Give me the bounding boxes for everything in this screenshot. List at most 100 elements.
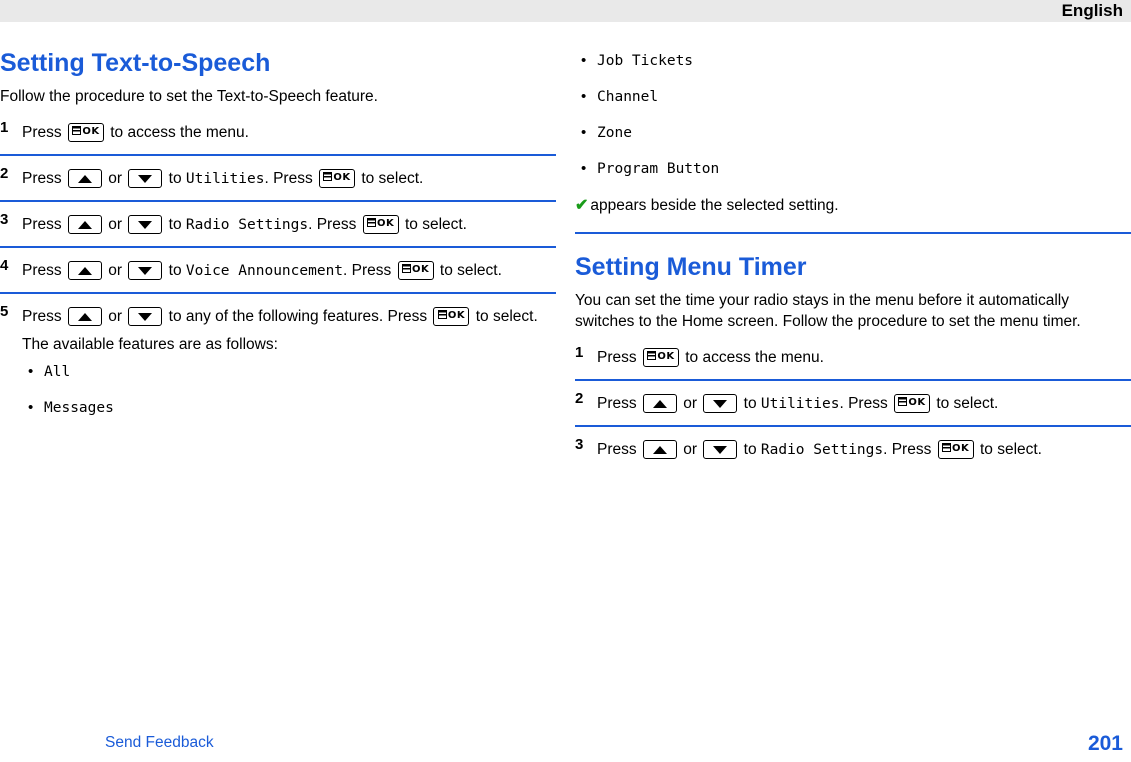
menu-ok-key-icon: OK bbox=[894, 394, 931, 414]
menu-glyph-icon bbox=[323, 172, 333, 182]
setting-name: Zone bbox=[597, 125, 632, 141]
step-text: to access the menu. bbox=[680, 349, 824, 366]
up-arrow-key-icon bbox=[67, 215, 102, 235]
step-text: to select. bbox=[975, 441, 1042, 458]
feature-bullet-item: All bbox=[22, 361, 556, 383]
procedure-step: 5 Press or to any of the following featur… bbox=[0, 303, 556, 440]
triangle-down-icon bbox=[138, 312, 153, 321]
step-text: Press bbox=[22, 124, 66, 141]
up-arrow-key-icon bbox=[67, 307, 102, 327]
setting-bullet-item: Zone bbox=[575, 122, 1131, 144]
left-steps-list: 1 Press OK to access the menu. 2 Press or t… bbox=[0, 119, 556, 440]
procedure-step: 1 Press OK to access the menu. bbox=[0, 119, 556, 156]
down-arrow-key-icon bbox=[128, 169, 163, 189]
menu-item-name: Radio Settings bbox=[185, 217, 309, 233]
step-number: 1 bbox=[0, 119, 9, 136]
triangle-up-icon bbox=[77, 312, 92, 321]
up-arrow-key-icon bbox=[642, 440, 677, 460]
page-title-menu-timer: Setting Menu Timer bbox=[575, 253, 807, 281]
menu-item-name: Voice Announcement bbox=[185, 263, 344, 279]
down-arrow-key-icon bbox=[703, 440, 738, 460]
header-language-label: English bbox=[1061, 1, 1123, 20]
step-text: . Press bbox=[839, 395, 893, 412]
down-arrow-key-icon bbox=[703, 394, 738, 414]
right-column: Job Tickets Channel Zone Program Button ✔ap… bbox=[575, 48, 1131, 480]
step-text: Press bbox=[22, 308, 66, 325]
selected-setting-note: ✔ appears beside the selected setting. bbox=[575, 194, 1131, 218]
menu-glyph-icon bbox=[437, 310, 447, 320]
setting-bullet-item: Program Button bbox=[575, 158, 1131, 180]
step-text: to bbox=[164, 170, 186, 187]
setting-bullet-item: Channel bbox=[575, 86, 1131, 108]
right-steps-list: 1 Press OK to access the menu. 2 Press or t… bbox=[575, 344, 1131, 471]
triangle-up-icon bbox=[77, 266, 92, 275]
up-arrow-key-icon bbox=[67, 261, 102, 281]
setting-name: Channel bbox=[597, 89, 659, 105]
menu-ok-key-icon: OK bbox=[433, 307, 470, 327]
triangle-up-icon bbox=[652, 445, 667, 454]
menu-glyph-icon bbox=[647, 351, 657, 361]
step-text: to select. bbox=[357, 170, 424, 187]
setting-name: Job Tickets bbox=[597, 53, 694, 69]
step-text: to bbox=[739, 441, 761, 458]
right-top-bullet-list: Job Tickets Channel Zone Program Button bbox=[575, 50, 1131, 180]
menu-ok-key-icon: OK bbox=[397, 261, 434, 281]
step-body: Press or to Utilities. Press OK to selec… bbox=[22, 165, 556, 193]
feature-bullet-item: Messages bbox=[22, 397, 556, 419]
menu-item-name: Utilities bbox=[760, 396, 840, 412]
step-text: to bbox=[164, 262, 186, 279]
step-text: Press bbox=[597, 441, 641, 458]
selected-setting-note-text: appears beside the selected setting. bbox=[590, 197, 839, 214]
step-body: Press or to Voice Announcement. Press OK… bbox=[22, 257, 556, 285]
menu-glyph-icon bbox=[898, 397, 908, 407]
step-text: Press bbox=[22, 170, 66, 187]
page-title-text-to-speech: Setting Text-to-Speech bbox=[0, 49, 271, 77]
menu-glyph-icon bbox=[72, 126, 82, 136]
step-body: Press or to Utilities. Press OK to selec… bbox=[597, 390, 1131, 418]
step-text: Press bbox=[597, 395, 641, 412]
triangle-up-icon bbox=[652, 399, 667, 408]
step-number: 3 bbox=[0, 211, 9, 228]
send-feedback-link[interactable]: Send Feedback bbox=[105, 734, 214, 752]
step-number: 4 bbox=[0, 257, 9, 274]
menu-item-name: Utilities bbox=[185, 171, 265, 187]
step-text: Press bbox=[597, 349, 641, 366]
menu-ok-key-icon: OK bbox=[362, 215, 399, 235]
page-header-bar: English bbox=[0, 0, 1131, 22]
step-text: to access the menu. bbox=[105, 124, 249, 141]
feature-bullet-list: All Messages bbox=[22, 361, 556, 419]
step-body: Press OK to access the menu. bbox=[22, 119, 556, 147]
step-text: to select. bbox=[400, 216, 467, 233]
procedure-step: 4 Press or to Voice Announcement. Press O… bbox=[0, 257, 556, 294]
step-text: to bbox=[739, 395, 761, 412]
procedure-step: 3 Press or to Radio Settings. Press OK to… bbox=[575, 436, 1131, 471]
step-text: or bbox=[103, 170, 127, 187]
step-body: Press or to Radio Settings. Press OK to … bbox=[22, 211, 556, 239]
triangle-up-icon bbox=[77, 174, 92, 183]
menu-glyph-icon bbox=[367, 218, 377, 228]
setting-name: Program Button bbox=[597, 161, 720, 177]
step-text: Press bbox=[22, 262, 66, 279]
step-text: . Press bbox=[308, 216, 361, 233]
step-text: . Press bbox=[343, 262, 396, 279]
feature-name: Messages bbox=[44, 400, 114, 416]
up-arrow-key-icon bbox=[642, 394, 677, 414]
step-text: or bbox=[678, 441, 702, 458]
procedure-step: 2 Press or to Utilities. Press OK to sele… bbox=[0, 165, 556, 202]
step-text: to select. bbox=[932, 395, 999, 412]
step-text: or bbox=[678, 395, 702, 412]
step-text: to select. bbox=[471, 308, 538, 325]
right-intro-paragraph: You can set the time your radio stays in… bbox=[575, 292, 1081, 330]
menu-ok-key-icon: OK bbox=[319, 169, 356, 189]
checkmark-icon: ✔ bbox=[575, 197, 589, 214]
step-text: to select. bbox=[435, 262, 502, 279]
step-text: . Press bbox=[883, 441, 936, 458]
triangle-down-icon bbox=[138, 220, 153, 229]
step-body: Press or to Radio Settings. Press OK to … bbox=[597, 436, 1131, 464]
up-arrow-key-icon bbox=[67, 169, 102, 189]
step-body: Press OK to access the menu. bbox=[597, 344, 1131, 372]
procedure-step: 3 Press or to Radio Settings. Press OK to… bbox=[0, 211, 556, 248]
down-arrow-key-icon bbox=[128, 261, 163, 281]
procedure-step: 1 Press OK to access the menu. bbox=[575, 344, 1131, 381]
step-text: or bbox=[103, 308, 127, 325]
